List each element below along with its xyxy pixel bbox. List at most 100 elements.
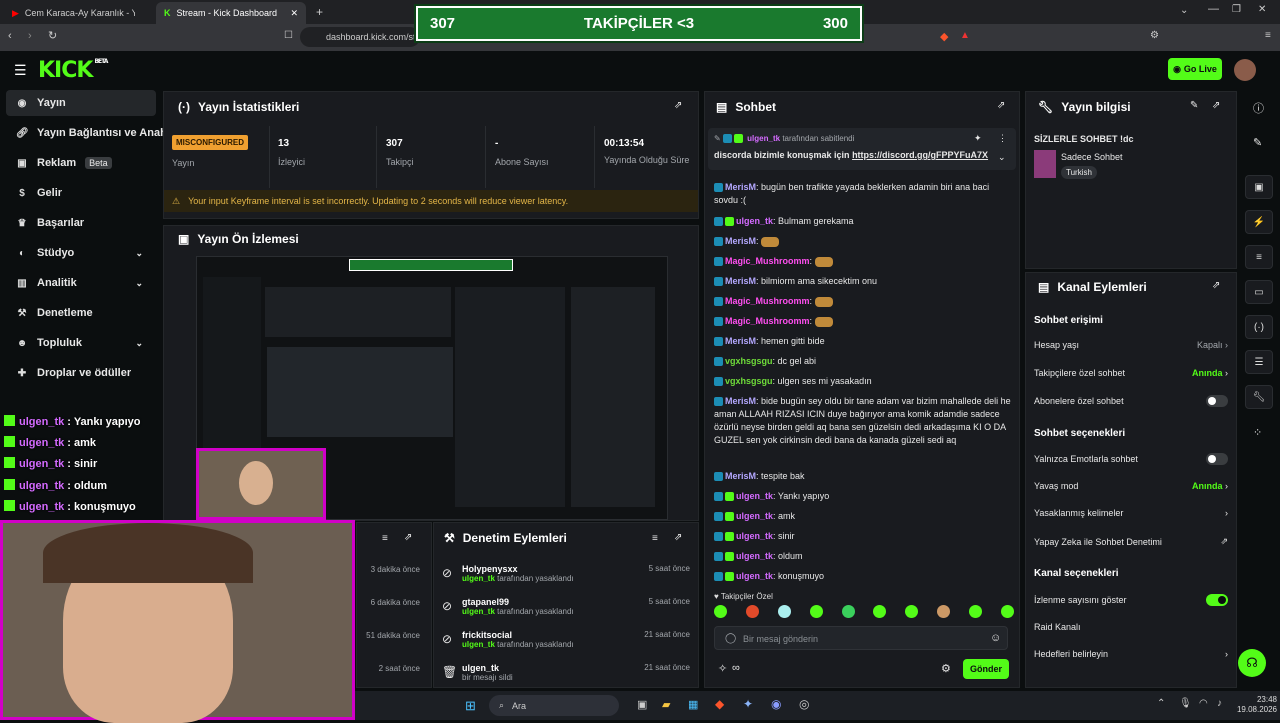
rewards-icon[interactable]: ▲: [960, 30, 970, 41]
window-close-icon[interactable]: ✕: [1258, 4, 1266, 15]
emote-icon[interactable]: [745, 605, 759, 618]
popout-icon[interactable]: ⇗: [1212, 100, 1220, 111]
chat-username[interactable]: ulgen_tk: [736, 551, 773, 561]
more-widgets-icon[interactable]: ⁘: [1253, 426, 1262, 439]
chat-message[interactable]: ulgen_tk: amk: [714, 510, 1014, 523]
rail-chat-icon[interactable]: ▭: [1245, 280, 1273, 304]
stream-category[interactable]: Sadece Sohbet: [1061, 152, 1123, 162]
emote-icon[interactable]: [905, 605, 919, 618]
popout-icon[interactable]: ⇗: [404, 532, 412, 543]
chat-username[interactable]: Magic_Mushroomm: [725, 316, 810, 326]
chat-username[interactable]: MerisM: [725, 471, 756, 481]
chat-username[interactable]: ulgen_tk: [736, 491, 773, 501]
chat-username[interactable]: ulgen_tk: [736, 571, 773, 581]
tab-youtube[interactable]: ▶ Cem Karaca-Ay Karanlık - YouTube: [4, 2, 152, 24]
chat-message[interactable]: ulgen_tk: sinir: [714, 530, 1014, 543]
chat-message[interactable]: MerisM: bide bugün sey oldu bir tane ada…: [714, 395, 1014, 447]
more-icon[interactable]: ⋮: [998, 133, 1007, 144]
extensions-icon[interactable]: ⚙: [1150, 30, 1159, 41]
emote-only-toggle[interactable]: [1206, 453, 1228, 465]
windows-start-icon[interactable]: ⊞: [465, 698, 476, 714]
unpin-icon[interactable]: ✦: [974, 133, 982, 144]
brave-shield-icon[interactable]: ◆: [940, 30, 948, 43]
setting-raid-channel[interactable]: Raid Kanalı: [1034, 622, 1228, 632]
microphone-icon[interactable]: 🎙︎: [1179, 698, 1192, 709]
volume-icon[interactable]: ♪: [1217, 698, 1222, 709]
emote-icon[interactable]: [809, 605, 823, 618]
emote-icon[interactable]: [969, 605, 982, 618]
task-view-icon[interactable]: ▣: [637, 698, 647, 711]
chat-username[interactable]: MerisM: [725, 276, 756, 286]
pinned-link[interactable]: https://discord.gg/gFPPYFuA7X: [852, 150, 988, 160]
store-icon[interactable]: ▦: [688, 698, 698, 711]
sidebar-item-revenue[interactable]: $ Gelir: [0, 180, 155, 206]
chat-message[interactable]: ulgen_tk: Yankı yapıyo: [714, 490, 1014, 503]
chat-username[interactable]: Magic_Mushroomm: [725, 296, 810, 306]
chat-username[interactable]: MerisM: [725, 396, 756, 406]
setting-banned-words[interactable]: Yasaklanmış kelimeler ›: [1034, 508, 1228, 518]
infinity-icon[interactable]: ∞: [732, 662, 740, 674]
edit-icon[interactable]: ✎: [1253, 136, 1262, 149]
kick-logo[interactable]: KICK BETA: [38, 58, 108, 83]
collapse-icon[interactable]: ⌄: [998, 152, 1006, 163]
rail-panel-icon[interactable]: ▣: [1245, 175, 1273, 199]
chat-username[interactable]: vgxhsgsgu: [725, 376, 773, 386]
rail-lightning-icon[interactable]: ⚡: [1245, 210, 1273, 234]
chat-message[interactable]: vgxhsgsgu: ulgen ses mi yasakadın: [714, 375, 1014, 388]
mod-action-row[interactable]: ⊘ gtapanel99 ulgen_tk tarafından yasaklan…: [442, 597, 690, 627]
settings-gear-icon[interactable]: ⚙: [941, 662, 951, 675]
forward-icon[interactable]: ›: [28, 30, 32, 42]
setting-show-viewcount[interactable]: İzlenme sayısını göster: [1034, 594, 1228, 606]
setting-followers-only[interactable]: Takipçilere özel sohbet Anında ›: [1034, 368, 1228, 378]
sidebar-item-analytics[interactable]: ▥ Analitik ⌄: [0, 270, 155, 296]
back-icon[interactable]: ‹: [8, 30, 12, 42]
taskbar-search[interactable]: ⌕ Ara: [489, 695, 619, 716]
tab-search-icon[interactable]: ⌄: [1180, 5, 1188, 16]
bookmark-icon[interactable]: ☐: [284, 30, 293, 41]
chat-username[interactable]: MerisM: [725, 182, 756, 192]
chat-message[interactable]: MerisM: bugün ben trafikte yayada bekler…: [714, 181, 1014, 207]
clock[interactable]: 23:48 19.08.2026: [1229, 695, 1277, 715]
setting-set-goals[interactable]: Hedefleri belirleyin ›: [1034, 649, 1228, 659]
tray-chevron-icon[interactable]: ⌃: [1157, 698, 1165, 709]
file-explorer-icon[interactable]: ▰: [662, 698, 670, 711]
sidebar-item-community[interactable]: ☻ Topluluk ⌄: [0, 330, 155, 356]
menu-icon[interactable]: ≡: [1265, 30, 1271, 41]
setting-subscribers-only[interactable]: Abonelere özel sohbet: [1034, 395, 1228, 407]
sidebar-item-drops[interactable]: ✚ Droplar ve ödüller: [0, 360, 155, 386]
chat-username[interactable]: MerisM: [725, 236, 756, 246]
sidebar-item-yayin[interactable]: ◉ Yayın: [6, 90, 156, 116]
emote-icon[interactable]: [841, 605, 855, 618]
emoji-icon[interactable]: ☺: [990, 632, 1001, 644]
chat-username[interactable]: ulgen_tk: [736, 216, 773, 226]
filter-icon[interactable]: ≡: [652, 533, 658, 544]
emote-icon[interactable]: [1000, 605, 1014, 618]
chat-message[interactable]: ulgen_tk: Bulmam gerekama: [714, 215, 1014, 228]
mod-action-row[interactable]: ⊘ frickitsocial ulgen_tk tarafından yasak…: [442, 630, 690, 660]
reload-icon[interactable]: ↻: [48, 29, 57, 42]
go-live-button[interactable]: ◉ Go Live: [1168, 58, 1222, 80]
pinned-message[interactable]: ✎ ulgen_tk tarafından sabitlendi discord…: [708, 128, 1016, 170]
brave-icon[interactable]: ◆: [715, 697, 724, 711]
setting-ai-moderation[interactable]: Yapay Zeka ile Sohbet Denetimi ⇗: [1034, 536, 1228, 547]
popout-icon[interactable]: ⇗: [674, 100, 682, 111]
sidebar-item-studio[interactable]: ◐ Stüdyo ⌄: [0, 240, 155, 266]
chat-message[interactable]: ulgen_tk: konuşmuyo: [714, 570, 1014, 583]
chat-message[interactable]: Magic_Mushroomm:: [714, 295, 1014, 308]
setting-emote-only[interactable]: Yalnızca Emotlarla sohbet: [1034, 453, 1228, 465]
chat-username[interactable]: ulgen_tk: [736, 511, 773, 521]
discord-icon[interactable]: ◉: [771, 697, 781, 711]
new-tab-icon[interactable]: +: [316, 5, 323, 19]
support-chat-button[interactable]: ☊: [1238, 649, 1266, 677]
filter-icon[interactable]: ≡: [382, 533, 388, 544]
hamburger-menu-icon[interactable]: ☰: [14, 62, 27, 79]
chat-username[interactable]: Magic_Mushroomm: [725, 256, 810, 266]
sidebar-item-moderation[interactable]: ⚒ Denetleme: [0, 300, 155, 326]
send-button[interactable]: Gönder: [963, 659, 1009, 679]
url-field[interactable]: dashboard.kick.com/str: [300, 27, 420, 47]
chat-username[interactable]: ulgen_tk: [736, 531, 773, 541]
chat-message[interactable]: ulgen_tk: oldum: [714, 550, 1014, 563]
sidebar-item-ads[interactable]: ▣ Reklam Beta: [0, 150, 155, 176]
emote-icon[interactable]: [714, 605, 727, 618]
chat-message[interactable]: MerisM: hemen gitti bide: [714, 335, 1014, 348]
